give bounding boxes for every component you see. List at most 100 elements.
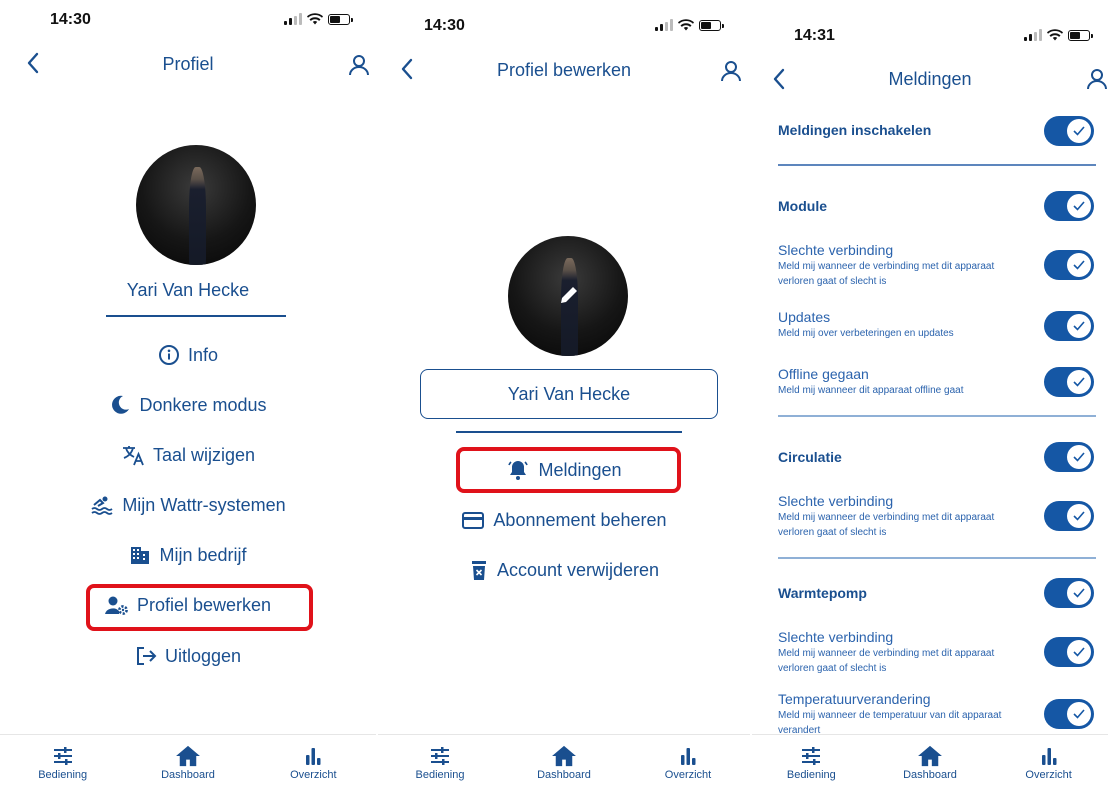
setting-toggle[interactable] <box>1044 311 1094 341</box>
divider <box>778 415 1096 417</box>
moon-icon <box>112 395 130 414</box>
menu-label: Mijn Wattr-systemen <box>122 494 286 515</box>
highlight-box <box>86 584 313 631</box>
setting-description: Meld mij wanneer de verbinding met dit a… <box>778 261 995 287</box>
bar-chart-icon <box>681 747 696 765</box>
user-icon <box>1087 69 1107 90</box>
battery-icon <box>699 19 724 31</box>
menu-label: Taal wijzigen <box>152 444 256 465</box>
tab-overzicht[interactable]: Overzicht <box>643 745 733 781</box>
user-icon <box>349 55 369 76</box>
tab-dashboard[interactable]: Dashboard <box>519 745 609 781</box>
check-icon <box>1073 709 1085 719</box>
divider <box>456 431 682 433</box>
home-icon <box>552 745 576 766</box>
check-icon <box>1073 201 1085 211</box>
setting-toggle[interactable] <box>1044 637 1094 667</box>
section-toggle-module[interactable] <box>1044 191 1094 221</box>
user-button[interactable] <box>720 60 742 86</box>
setting-description: Meld mij over verbeteringen en updates <box>778 328 954 339</box>
info-icon <box>158 345 179 365</box>
building-icon <box>131 547 150 564</box>
check-icon <box>1073 588 1085 598</box>
avatar <box>136 145 256 265</box>
tab-label: Dashboard <box>161 768 215 781</box>
tab-label: Overzicht <box>664 768 712 781</box>
name-field[interactable]: Yari Van Hecke <box>420 369 718 419</box>
master-toggle[interactable] <box>1044 116 1094 146</box>
check-icon <box>1073 126 1085 136</box>
tab-label: Bediening <box>786 768 836 781</box>
user-button[interactable] <box>348 54 370 80</box>
tab-bar: Bediening Dashboard Overzicht <box>752 734 1108 790</box>
profile-name: Yari Van Hecke <box>126 280 250 300</box>
home-icon <box>176 745 200 766</box>
tab-label: Bediening <box>415 768 465 781</box>
setting-toggle[interactable] <box>1044 501 1094 531</box>
menu-label: Donkere modus <box>139 394 267 415</box>
menu-item-info[interactable]: Info <box>0 340 376 370</box>
menu-label: Mijn bedrijf <box>159 544 247 565</box>
user-button[interactable] <box>1086 68 1108 94</box>
wifi-icon <box>1047 29 1063 41</box>
tab-label: Dashboard <box>537 768 591 781</box>
trash-icon <box>471 561 486 580</box>
tab-bar: Bediening Dashboard Overzicht <box>0 734 376 790</box>
divider <box>778 557 1096 559</box>
status-time: 14:31 <box>794 27 835 44</box>
page-title: Profiel bewerken <box>496 60 632 80</box>
menu-item-company[interactable]: Mijn bedrijf <box>0 540 376 570</box>
profile-screen: 14:30 Profiel Yari Van Hecke Info Donker… <box>0 0 376 790</box>
tab-bediening[interactable]: Bediening <box>395 745 485 781</box>
signal-icon <box>1024 29 1042 41</box>
highlight-box <box>456 447 681 493</box>
tab-dashboard[interactable]: Dashboard <box>885 745 975 781</box>
tab-overzicht[interactable]: Overzicht <box>1004 745 1094 781</box>
section-toggle-warmtepomp[interactable] <box>1044 578 1094 608</box>
wifi-icon <box>678 19 694 31</box>
menu-item-subscription[interactable]: Abonnement beheren <box>378 505 750 535</box>
signal-icon <box>655 19 673 31</box>
edit-profile-screen: 14:30 Profiel bewerken Yari Van Hecke Me… <box>378 0 750 790</box>
tab-label: Overzicht <box>290 768 337 781</box>
credit-card-icon <box>462 512 485 529</box>
setting-toggle[interactable] <box>1044 367 1094 397</box>
menu-item-logout[interactable]: Uitloggen <box>0 641 376 671</box>
menu-item-dark-mode[interactable]: Donkere modus <box>0 390 376 420</box>
check-icon <box>1073 511 1085 521</box>
notifications-screen: 14:31 Meldingen Meldingen inschakelen Mo… <box>752 0 1108 790</box>
setting-description: Meld mij wanneer dit apparaat offline ga… <box>778 385 964 396</box>
tab-bar: Bediening Dashboard Overzicht <box>378 734 750 790</box>
status-time: 14:30 <box>424 17 465 34</box>
check-icon <box>1073 452 1085 462</box>
bar-chart-icon <box>1041 747 1057 765</box>
sliders-icon <box>431 746 449 765</box>
tab-overzicht[interactable]: Overzicht <box>268 745 358 781</box>
menu-item-language[interactable]: Taal wijzigen <box>0 440 376 470</box>
menu-item-delete-account[interactable]: Account verwijderen <box>378 555 750 585</box>
tab-bediening[interactable]: Bediening <box>766 745 856 781</box>
divider <box>106 315 286 317</box>
check-icon <box>1073 260 1085 270</box>
status-icons <box>284 13 353 25</box>
setting-toggle[interactable] <box>1044 250 1094 280</box>
pool-icon <box>91 496 113 515</box>
battery-icon <box>1068 29 1093 41</box>
section-toggle-circulatie[interactable] <box>1044 442 1094 472</box>
setting-description: Meld mij wanneer de verbinding met dit a… <box>778 648 995 674</box>
check-icon <box>1073 321 1085 331</box>
tab-bediening[interactable]: Bediening <box>18 745 108 781</box>
pencil-icon[interactable] <box>558 284 580 306</box>
status-icons <box>1024 29 1093 41</box>
sliders-icon <box>53 746 72 765</box>
menu-label: Uitloggen <box>164 645 242 666</box>
menu-item-systems[interactable]: Mijn Wattr-systemen <box>0 490 376 520</box>
bar-chart-icon <box>306 747 321 765</box>
setting-toggle[interactable] <box>1044 699 1094 729</box>
wifi-icon <box>307 13 323 25</box>
menu-label: Abonnement beheren <box>493 509 667 530</box>
status-icons <box>655 19 724 31</box>
translate-icon <box>122 446 144 466</box>
tab-dashboard[interactable]: Dashboard <box>143 745 233 781</box>
tab-label: Bediening <box>38 768 88 781</box>
